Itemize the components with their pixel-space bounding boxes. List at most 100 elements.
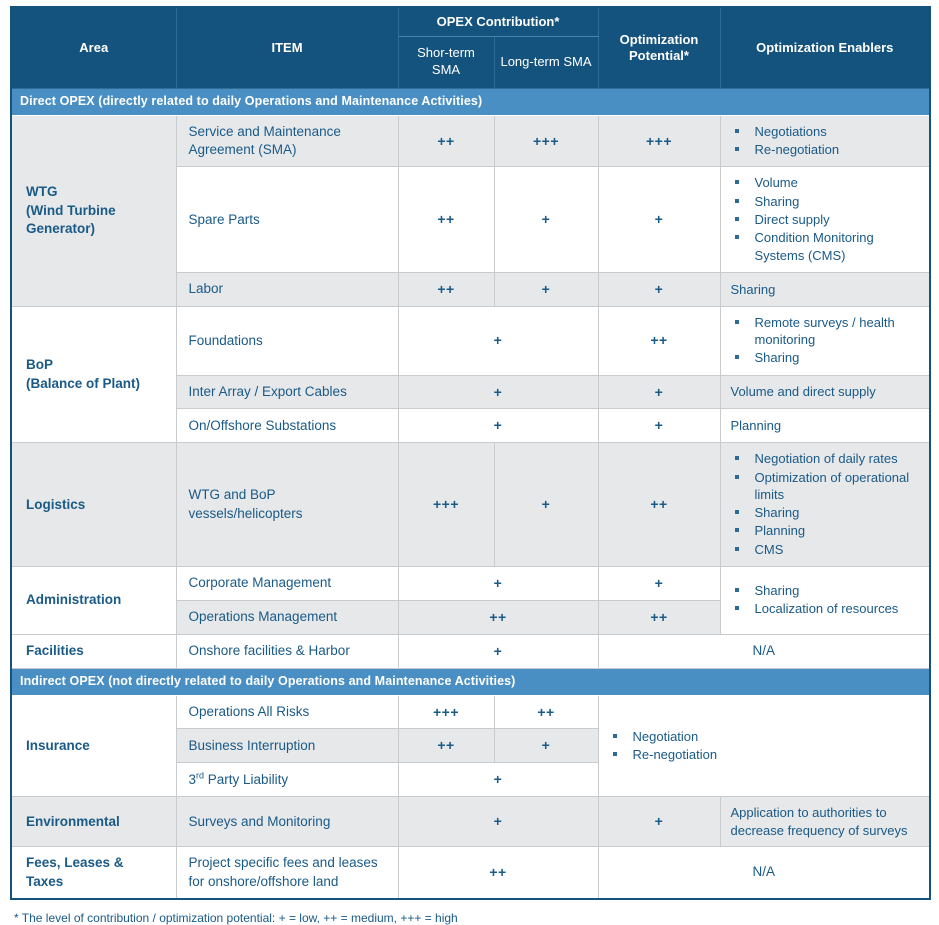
header-opex-contribution: OPEX Contribution*	[397, 6, 599, 38]
value-not-applicable: N/A	[597, 633, 931, 669]
enablers-list: Volume Sharing Direct supply Condition M…	[729, 174, 924, 263]
item-label-text: Party Liability	[204, 771, 289, 787]
table-row: Fees, Leases & Taxes Project specific fe…	[11, 846, 931, 900]
value-long-term: ++	[493, 694, 599, 730]
area-label-line1: BoP	[26, 357, 53, 373]
item-service-maintenance-agreement: Service and Maintenance Agreement (SMA)	[175, 114, 399, 168]
value-not-applicable: N/A	[597, 846, 931, 900]
item-spare-parts: Spare Parts	[175, 166, 399, 273]
enablers-list: Remote surveys / health monitoring Shari…	[729, 314, 924, 367]
item-label-line1: WTG and BoP	[188, 487, 276, 503]
item-third-party-liability: 3rd Party Liability	[175, 762, 399, 798]
value-contribution: +	[397, 374, 599, 410]
table-row: Administration Corporate Management + + …	[11, 566, 931, 635]
item-foundations: Foundations	[175, 305, 399, 376]
list-item: Direct supply	[729, 211, 924, 228]
item-operations-management: Operations Management	[175, 599, 399, 635]
enablers-cell: Negotiations Re-negotiation	[719, 114, 931, 168]
table-row: BoP (Balance of Plant) Foundations + ++ …	[11, 305, 931, 444]
value-short-term: ++	[397, 728, 495, 764]
list-item: Sharing	[729, 582, 924, 599]
list-item: Localization of resources	[729, 600, 924, 617]
table-header: Area ITEM OPEX Contribution* Optimizatio…	[10, 6, 931, 89]
enablers-cell: Planning	[719, 408, 931, 444]
enablers-cell: Remote surveys / health monitoring Shari…	[719, 305, 931, 376]
area-wtg: WTG (Wind Turbine Generator)	[11, 114, 177, 307]
item-operations-all-risks: Operations All Risks	[175, 694, 399, 730]
value-contribution: ++	[397, 846, 599, 900]
section-band-row: Direct OPEX (directly related to daily O…	[10, 88, 931, 116]
value-long-term: +	[493, 166, 599, 273]
item-project-specific-fees: Project specific fees and leases for ons…	[175, 846, 399, 900]
opex-table-page: Area ITEM OPEX Contribution* Optimizatio…	[0, 0, 939, 925]
item-on-offshore-substations: On/Offshore Substations	[175, 408, 399, 444]
header-area: Area	[10, 6, 177, 89]
table-row: Environmental Surveys and Monitoring + +…	[11, 796, 931, 848]
table-row: Logistics WTG and BoP vessels/helicopter…	[11, 442, 931, 568]
header-optimization-potential: Optimization Potential*	[597, 6, 721, 89]
enablers-cell: Volume and direct supply	[719, 374, 931, 410]
enablers-cell: Sharing	[719, 271, 931, 307]
list-item: Negotiation of daily rates	[729, 450, 924, 467]
table-row: WTG (Wind Turbine Generator) Service and…	[11, 114, 931, 307]
value-short-term: ++	[397, 271, 495, 307]
value-optimization-potential: +	[597, 408, 721, 444]
enablers-cell: Volume Sharing Direct supply Condition M…	[719, 166, 931, 273]
list-item: Optimization of operational limits	[729, 469, 924, 504]
value-contribution: +	[397, 566, 599, 601]
opex-optimization-table: Area ITEM OPEX Contribution* Optimizatio…	[10, 6, 931, 900]
value-long-term: +	[493, 271, 599, 307]
area-label-line1: WTG	[26, 184, 58, 200]
item-business-interruption: Business Interruption	[175, 728, 399, 764]
list-item: Volume	[729, 174, 924, 191]
enablers-cell: Negotiation Re-negotiation	[597, 694, 931, 798]
area-insurance: Insurance	[11, 694, 177, 798]
value-short-term: ++	[397, 114, 495, 168]
value-optimization-potential: ++	[597, 599, 721, 635]
list-item: Sharing	[729, 504, 924, 521]
value-short-term: +++	[397, 442, 495, 568]
section-band-direct-opex: Direct OPEX (directly related to daily O…	[10, 88, 931, 116]
footnote-legend: * The level of contribution / optimizati…	[14, 910, 458, 925]
list-item: CMS	[729, 541, 924, 558]
area-environmental: Environmental	[11, 796, 177, 848]
area-logistics: Logistics	[11, 442, 177, 568]
area-label-line1: Fees, Leases &	[26, 855, 124, 871]
header-optimization-enablers: Optimization Enablers	[719, 6, 931, 89]
item-onshore-facilities-harbor: Onshore facilities & Harbor	[175, 633, 399, 669]
value-optimization-potential: ++	[597, 442, 721, 568]
list-item: Negotiation	[607, 728, 924, 745]
value-optimization-potential: +	[597, 271, 721, 307]
area-administration: Administration	[11, 566, 177, 635]
table-row: Insurance Operations All Risks +++ ++ Ne…	[11, 694, 931, 798]
section-band-row: Indirect OPEX (not directly related to d…	[10, 667, 931, 696]
area-bop: BoP (Balance of Plant)	[11, 305, 177, 444]
value-long-term: +	[493, 728, 599, 764]
list-item: Re-negotiation	[729, 141, 924, 158]
list-item: Remote surveys / health monitoring	[729, 314, 924, 349]
value-contribution: ++	[397, 599, 599, 635]
item-wtg-bop-vessels: WTG and BoP vessels/helicopters	[175, 442, 399, 568]
value-short-term: +++	[397, 694, 495, 730]
item-label-number: 3	[188, 771, 197, 787]
value-contribution: +	[397, 762, 599, 798]
value-optimization-potential: ++	[597, 305, 721, 376]
list-item: Sharing	[729, 349, 924, 366]
value-long-term: +	[493, 442, 599, 568]
area-label-line2: (Balance of Plant)	[26, 375, 141, 391]
value-short-term: ++	[397, 166, 495, 273]
table-row: Facilities Onshore facilities & Harbor +…	[11, 633, 931, 669]
item-label-ordinal: rd	[196, 770, 205, 781]
header-item: ITEM	[175, 6, 399, 89]
area-label-line3: Generator)	[26, 220, 96, 236]
area-label-line2: Taxes	[26, 873, 64, 889]
area-label-line2: (Wind Turbine	[26, 202, 116, 218]
list-item: Re-negotiation	[607, 746, 924, 763]
value-contribution: +	[397, 408, 599, 444]
value-optimization-potential: +	[597, 374, 721, 410]
value-optimization-potential: +	[597, 566, 721, 601]
enablers-list: Negotiation of daily rates Optimization …	[729, 450, 924, 558]
item-corporate-management: Corporate Management	[175, 566, 399, 601]
value-contribution: +	[397, 633, 599, 669]
value-long-term: +++	[493, 114, 599, 168]
